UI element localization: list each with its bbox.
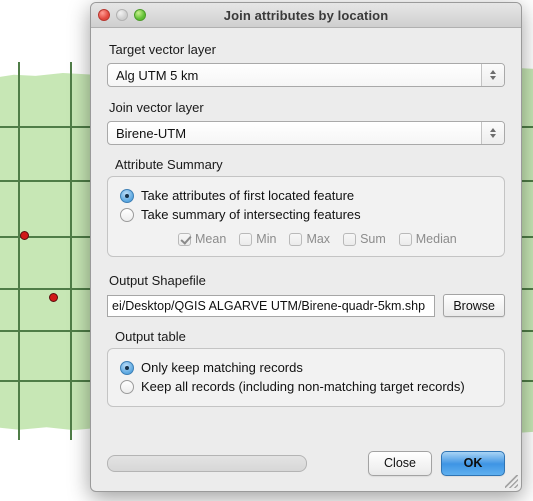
radio-only-keep-matching[interactable]: Only keep matching records xyxy=(120,358,492,377)
dialog-footer: Close OK xyxy=(91,435,521,491)
close-button[interactable]: Close xyxy=(368,450,432,476)
footer-buttons: Close OK xyxy=(368,450,505,476)
join-vector-layer-value: Birene-UTM xyxy=(116,125,187,141)
checkbox-icon-unchecked xyxy=(239,232,253,246)
checkbox-icon-unchecked xyxy=(289,232,303,246)
dialog-title: Join attributes by location xyxy=(223,7,389,23)
output-shapefile-label: Output Shapefile xyxy=(109,273,206,288)
checkbox-mean: Mean xyxy=(178,232,226,246)
browse-button[interactable]: Browse xyxy=(443,294,505,317)
checkbox-label: Max xyxy=(306,232,331,246)
radio-icon-selected[interactable] xyxy=(120,188,134,203)
target-vector-layer-value: Alg UTM 5 km xyxy=(116,67,199,83)
checkbox-icon-unchecked xyxy=(343,232,357,246)
radio-icon-unselected[interactable] xyxy=(120,379,134,394)
checkbox-label: Median xyxy=(415,232,457,246)
checkbox-icon-checked xyxy=(178,232,191,246)
dialog-body: Target vector layer Alg UTM 5 km Join ve… xyxy=(91,28,521,435)
join-vector-layer-combo[interactable]: Birene-UTM xyxy=(107,121,505,145)
radio-icon-unselected[interactable] xyxy=(120,207,134,222)
join-attributes-dialog: Join attributes by location Target vecto… xyxy=(90,2,522,492)
target-vector-layer-combo[interactable]: Alg UTM 5 km xyxy=(107,63,505,87)
attribute-summary-group: Take attributes of first located feature… xyxy=(107,176,505,257)
summary-stats-row: Mean Min Max Sum Median xyxy=(178,232,492,246)
progress-bar xyxy=(107,454,307,472)
attribute-summary-label: Attribute Summary xyxy=(115,157,223,172)
output-table-group: Only keep matching records Keep all reco… xyxy=(107,348,505,407)
chevron-updown-icon[interactable] xyxy=(481,64,504,86)
checkbox-max: Max xyxy=(289,232,330,246)
checkbox-median: Median xyxy=(398,232,457,246)
ok-button[interactable]: OK xyxy=(441,450,505,476)
dialog-titlebar[interactable]: Join attributes by location xyxy=(91,3,521,28)
map-point-marker[interactable] xyxy=(49,293,58,302)
checkbox-min: Min xyxy=(239,232,276,246)
radio-keep-all-records[interactable]: Keep all records (including non-matching… xyxy=(120,377,492,396)
radio-take-attributes-first[interactable]: Take attributes of first located feature xyxy=(120,186,492,205)
map-point-marker[interactable] xyxy=(20,231,29,240)
checkbox-icon-unchecked xyxy=(398,232,412,246)
checkbox-label: Sum xyxy=(360,232,386,246)
target-vector-layer-label: Target vector layer xyxy=(109,42,216,57)
chevron-updown-icon[interactable] xyxy=(481,122,504,144)
checkbox-label: Min xyxy=(256,232,277,246)
join-vector-layer-label: Join vector layer xyxy=(109,100,204,115)
map-grid-line-vertical xyxy=(18,62,20,440)
output-shapefile-input[interactable]: ei/Desktop/QGIS ALGARVE UTM/Birene-quadr… xyxy=(107,294,436,317)
radio-label: Take attributes of first located feature xyxy=(141,188,355,203)
radio-label: Keep all records (including non-matching… xyxy=(141,379,465,394)
radio-label: Only keep matching records xyxy=(141,360,303,375)
output-table-label: Output table xyxy=(115,329,186,344)
output-shapefile-row: ei/Desktop/QGIS ALGARVE UTM/Birene-quadr… xyxy=(107,294,505,317)
radio-icon-selected[interactable] xyxy=(120,360,134,375)
checkbox-label: Mean xyxy=(195,232,227,246)
checkbox-sum: Sum xyxy=(343,232,386,246)
map-grid-line-vertical xyxy=(70,62,72,440)
radio-take-summary-intersecting[interactable]: Take summary of intersecting features xyxy=(120,205,492,224)
radio-label: Take summary of intersecting features xyxy=(141,207,361,222)
resize-grip[interactable] xyxy=(505,475,518,488)
